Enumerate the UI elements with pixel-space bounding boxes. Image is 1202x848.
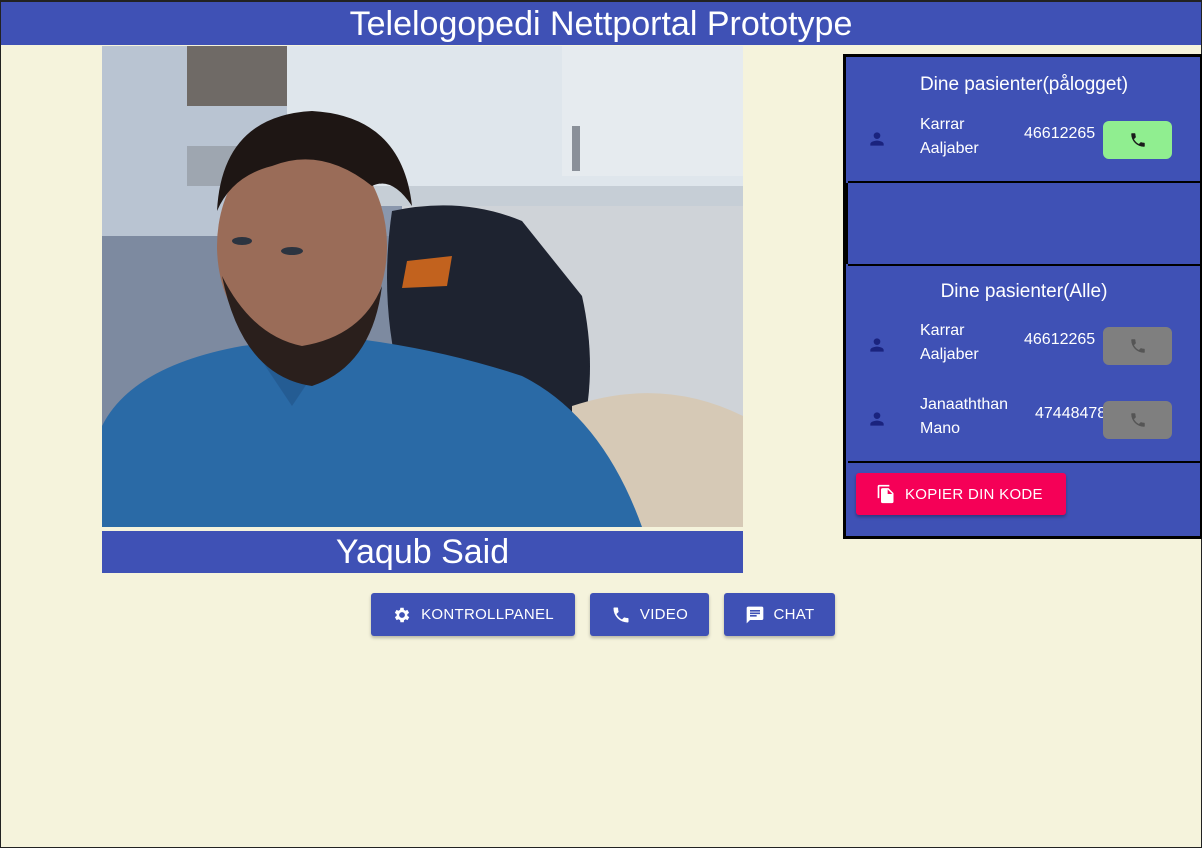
video-button[interactable]: VIDEO [590,593,709,636]
online-patients-section: Dine pasienter(pålogget) Karrar Aaljaber… [848,57,1200,183]
patient-phone: 46612265 [1024,125,1096,142]
person-icon [867,335,887,355]
caller-name: Yaqub Said [102,531,743,573]
panel-spacer [846,183,1200,264]
chat-icon [746,606,763,623]
person-icon [867,409,887,429]
patient-row: Janaaththan Mano 47448478 [848,393,1200,443]
call-button[interactable] [1103,401,1172,439]
call-button[interactable] [1103,121,1172,159]
control-panel-label: KONTROLLPANEL [421,606,554,623]
copy-code-button[interactable]: KOPIER DIN KODE [856,473,1066,515]
call-button[interactable] [1103,327,1172,365]
patient-name: Janaaththan Mano [920,396,1009,437]
app-title: Telelogopedi Nettportal Prototype [1,1,1201,45]
patient-phone: 47448478 [1035,405,1107,422]
patient-row: Karrar Aaljaber 46612265 [848,319,1200,369]
control-panel-button[interactable]: KONTROLLPANEL [371,593,575,636]
online-patients-title: Dine pasienter(pålogget) [919,74,1129,95]
person-icon [867,129,887,149]
webcam-image [102,46,743,527]
video-feed [102,46,743,527]
patient-row: Karrar Aaljaber 46612265 [848,113,1200,163]
phone-icon [613,607,629,622]
patient-phone: 46612265 [1024,331,1096,348]
all-patients-section: Dine pasienter(Alle) Karrar Aaljaber 466… [848,264,1200,463]
phone-icon [1130,339,1145,353]
chat-button[interactable]: CHAT [724,593,835,636]
all-patients-title: Dine pasienter(Alle) [940,281,1108,302]
video-label: VIDEO [639,606,689,623]
phone-icon [1130,413,1145,427]
patient-name: Karrar Aaljaber [920,116,979,157]
chat-label: CHAT [773,606,815,623]
copy-code-label: KOPIER DIN KODE [905,485,1043,503]
patients-panel: Dine pasienter(pålogget) Karrar Aaljaber… [843,54,1202,539]
gear-icon [394,607,410,622]
phone-icon [1130,133,1145,147]
copy-icon [877,484,894,504]
patient-name: Karrar Aaljaber [920,322,979,363]
